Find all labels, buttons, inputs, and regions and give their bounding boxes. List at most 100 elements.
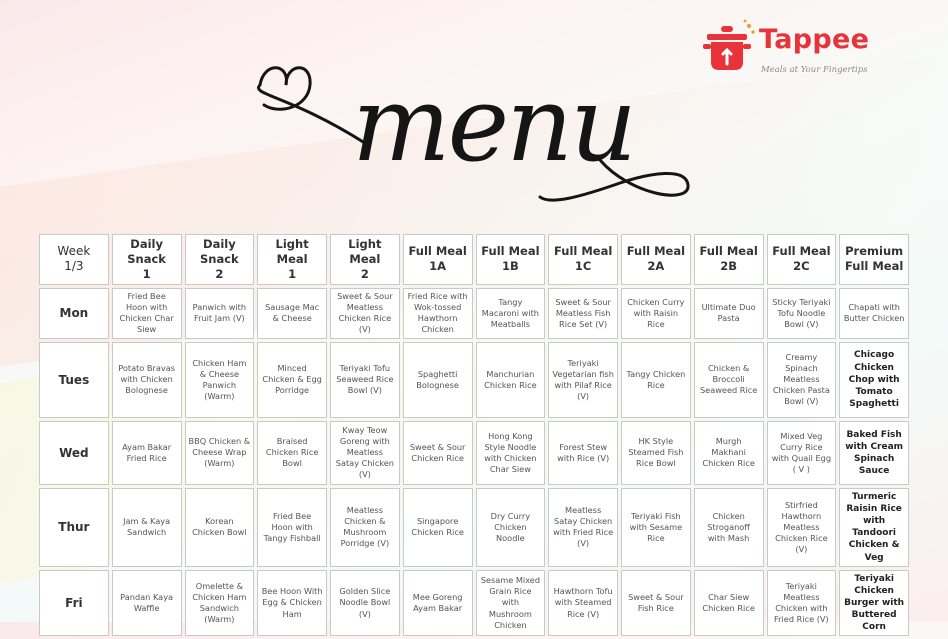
- menu-item-cell: Golden Slice Noodle Bowl (V): [330, 569, 400, 637]
- menu-item-cell: Sweet & Sour Fish Rice: [621, 569, 691, 637]
- column-header: Full Meal 1C: [548, 234, 618, 285]
- menu-item-cell: Singapore Chicken Rice: [402, 487, 473, 567]
- menu-title: menu: [352, 63, 637, 185]
- column-header: Daily Snack 1: [111, 234, 182, 285]
- menu-item-cell: Chicken Ham & Cheese Panwich (Warm): [184, 341, 255, 418]
- menu-item-cell: Forest Stew with Rice (V): [548, 420, 618, 485]
- menu-item-cell: Chicken & Broccoli Seaweed Rice: [693, 341, 764, 418]
- column-title: Light Meal: [348, 237, 382, 266]
- column-subtitle: 1B: [501, 259, 519, 274]
- menu-item-cell: Murgh Makhani Chicken Rice: [693, 420, 764, 485]
- menu-item-cell: Manchurian Chicken Rice: [475, 341, 546, 418]
- week-label: Week: [57, 243, 91, 258]
- menu-item-cell: Fried Bee Hoon with Tangy Fishball: [257, 487, 327, 567]
- column-subtitle: 1A: [429, 259, 447, 274]
- column-title: Daily Snack: [200, 237, 239, 266]
- premium-item-cell: Baked Fish with Cream Spinach Sauce: [839, 420, 909, 485]
- menu-item-cell: Sweet & Sour Chicken Rice: [402, 420, 473, 485]
- menu-item-cell: Chicken Stroganoff with Mash: [693, 487, 764, 567]
- day-label: Wed: [39, 420, 109, 485]
- menu-item-cell: Jam & Kaya Sandwich: [111, 487, 182, 567]
- column-header: Daily Snack 2: [184, 234, 255, 285]
- column-header: Full Meal 1B: [475, 234, 546, 285]
- menu-item-cell: Sausage Mac & Cheese: [257, 287, 327, 339]
- week-header: Week 1/3: [39, 234, 109, 285]
- menu-item-cell: Omelette & Chicken Ham Sandwich (Warm): [184, 569, 255, 637]
- brand-logo: Tappee Meals at Your Fingertips: [703, 10, 873, 76]
- menu-table: Week 1/3 Daily Snack 1 Daily Snack 2 Light…: [36, 231, 912, 639]
- menu-item-cell: Meatless Chicken & Mushroom Porridge (V): [330, 487, 400, 567]
- menu-item-cell: Panwich with Fruit Jam (V): [184, 287, 255, 339]
- menu-item-cell: Fried Rice with Wok-tossed Hawthorn Chic…: [402, 287, 473, 339]
- menu-item-cell: Meatless Satay Chicken with Fried Rice (…: [548, 487, 618, 567]
- menu-item-cell: Creamy Spinach Meatless Chicken Pasta Bo…: [766, 341, 837, 418]
- column-subtitle: 2: [360, 266, 369, 281]
- menu-item-cell: Sweet & Sour Meatless Chicken Rice (V): [330, 287, 400, 339]
- column-subtitle: 2B: [720, 259, 738, 274]
- column-title: Full Meal: [553, 244, 613, 259]
- cooking-pot-icon: [703, 19, 755, 70]
- column-title: Full Meal: [699, 244, 758, 259]
- menu-item-cell: Teriyaki Meatless Chicken with Fried Ric…: [766, 569, 837, 637]
- menu-item-cell: Sticky Teriyaki Tofu Noodle Bowl (V): [766, 287, 837, 339]
- menu-item-cell: Hong Kong Style Noodle with Chicken Char…: [475, 420, 546, 485]
- menu-item-cell: Bee Hoon With Egg & Chicken Ham: [257, 569, 327, 637]
- premium-item-cell: Teriyaki Chicken Burger with Buttered Co…: [839, 569, 909, 637]
- day-label: Thur: [39, 487, 109, 567]
- menu-item-cell: Teriyaki Fish with Sesame Rice: [621, 487, 691, 567]
- menu-item-cell: HK Style Steamed Fish Rice Bowl: [621, 420, 691, 485]
- menu-item-cell: Korean Chicken Bowl: [184, 487, 255, 567]
- menu-item-cell: Spaghetti Bolognese: [402, 341, 473, 418]
- column-title: Full Meal: [481, 244, 540, 259]
- menu-item-cell: Kway Teow Goreng with Meatless Satay Chi…: [330, 420, 400, 485]
- week-number: 1/3: [64, 259, 84, 274]
- column-subtitle: 2C: [793, 259, 810, 274]
- column-title: Full Meal: [626, 244, 686, 259]
- menu-item-cell: Hawthorn Tofu with Steamed Rice (V): [548, 569, 618, 637]
- table-row: Wed Ayam Bakar Fried Rice BBQ Chicken & …: [39, 420, 909, 485]
- table-row: Mon Fried Bee Hoon with Chicken Char Sie…: [39, 287, 909, 339]
- menu-item-cell: Pandan Kaya Waffle: [111, 569, 182, 637]
- menu-item-cell: BBQ Chicken & Cheese Wrap (Warm): [184, 420, 255, 485]
- column-title: Light Meal: [275, 237, 309, 266]
- column-header: Premium Full Meal: [839, 234, 909, 285]
- menu-item-cell: Char Siew Chicken Rice: [693, 569, 764, 637]
- column-subtitle: 2: [215, 266, 224, 281]
- column-header: Full Meal 2A: [621, 234, 691, 285]
- column-header: Full Meal 2C: [766, 234, 837, 285]
- column-title: Premium: [845, 244, 904, 259]
- brand-name: Tappee: [759, 24, 870, 55]
- day-label: Mon: [39, 287, 109, 339]
- day-label: Tues: [39, 341, 109, 418]
- column-subtitle: 1: [288, 266, 297, 281]
- day-label: Fri: [39, 569, 109, 637]
- premium-item-cell: Turmeric Raisin Rice with Tandoori Chick…: [839, 487, 909, 567]
- table-row: Thur Jam & Kaya Sandwich Korean Chicken …: [39, 487, 909, 567]
- menu-item-cell: Chicken Curry with Raisin Rice: [621, 287, 691, 339]
- menu-item-cell: Tangy Macaroni with Meatballs: [475, 287, 546, 339]
- column-header: Light Meal 2: [330, 234, 400, 285]
- menu-item-cell: Stirfried Hawthorn Meatless Chicken Rice…: [766, 487, 837, 567]
- column-subtitle: Full Meal: [844, 259, 904, 274]
- premium-item-cell: Chapati with Butter Chicken: [839, 287, 909, 339]
- column-header: Full Meal 1A: [402, 234, 473, 285]
- premium-item-cell: Chicago Chicken Chop with Tomato Spaghet…: [839, 341, 909, 418]
- column-header: Light Meal 1: [257, 234, 327, 285]
- menu-item-cell: Potato Bravas with Chicken Bolognese: [111, 341, 182, 418]
- column-title: Full Meal: [408, 244, 467, 259]
- menu-item-cell: Sesame Mixed Grain Rice with Mushroom Ch…: [475, 569, 546, 637]
- menu-item-cell: Minced Chicken & Egg Porridge: [257, 341, 327, 418]
- column-subtitle: 1C: [574, 259, 592, 274]
- table-row: Tues Potato Bravas with Chicken Bolognes…: [39, 341, 909, 418]
- header-row: Week 1/3 Daily Snack 1 Daily Snack 2 Light…: [39, 234, 909, 285]
- menu-item-cell: Sweet & Sour Meatless Fish Rice Set (V): [548, 287, 618, 339]
- menu-item-cell: Tangy Chicken Rice: [621, 341, 691, 418]
- menu-item-cell: Ayam Bakar Fried Rice: [111, 420, 182, 485]
- menu-item-cell: Fried Bee Hoon with Chicken Char Siew: [111, 287, 182, 339]
- menu-item-cell: Braised Chicken Rice Bowl: [257, 420, 327, 485]
- menu-item-cell: Teriyaki Vegetarian fish with Pilaf Rice…: [548, 341, 618, 418]
- column-title: Full Meal: [772, 244, 831, 259]
- menu-item-cell: Teriyaki Tofu Seaweed Rice Bowl (V): [330, 341, 400, 418]
- menu-item-cell: Ultimate Duo Pasta: [693, 287, 764, 339]
- menu-item-cell: Mee Goreng Ayam Bakar: [402, 569, 473, 637]
